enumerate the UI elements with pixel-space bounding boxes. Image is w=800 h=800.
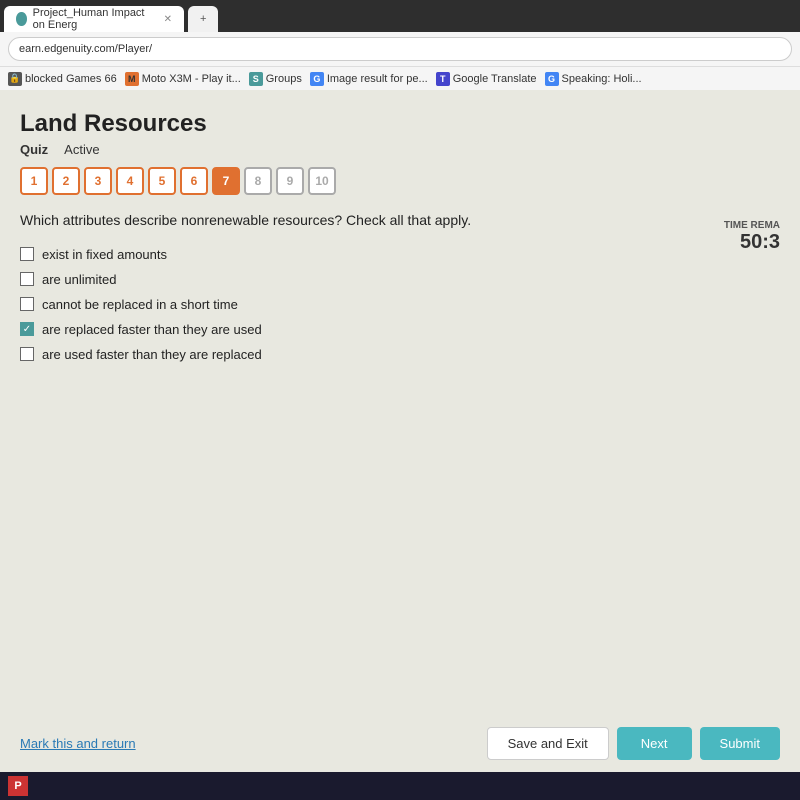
q-num-2[interactable]: 2 [52,167,80,195]
q-num-7[interactable]: 7 [212,167,240,195]
bookmark-label: Image result for pe... [327,73,428,85]
bookmarks-bar: 🔒 blocked Games 66 M Moto X3M - Play it.… [0,66,800,90]
checkbox-4[interactable] [20,322,34,336]
address-bar[interactable]: earn.edgenuity.com/Player/ [8,37,792,61]
speaking-icon: G [545,72,559,86]
bookmark-label: Moto X3M - Play it... [142,73,241,85]
browser-chrome: Project_Human Impact on Energ ✕ + earn.e… [0,0,800,90]
q-num-9[interactable]: 9 [276,167,304,195]
checkbox-3[interactable] [20,297,34,311]
question-text: Which attributes describe nonrenewable r… [20,211,780,231]
q-num-4[interactable]: 4 [116,167,144,195]
option-5[interactable]: are used faster than they are replaced [20,347,780,362]
option-3[interactable]: cannot be replaced in a short time [20,297,780,312]
timer-label: TIME REMA [724,220,780,231]
checkbox-5[interactable] [20,347,34,361]
option-1[interactable]: exist in fixed amounts [20,247,780,262]
bookmark-label: Speaking: Holi... [562,73,642,85]
quiz-status-row: Quiz Active [20,142,780,157]
mark-return-link[interactable]: Mark this and return [20,736,136,751]
bookmark-groups[interactable]: S Groups [249,72,302,86]
option-label-5: are used faster than they are replaced [42,347,262,362]
active-tab[interactable]: Project_Human Impact on Energ ✕ [4,6,184,32]
bookmark-speaking[interactable]: G Speaking: Holi... [545,72,642,86]
google-icon: G [310,72,324,86]
save-exit-button[interactable]: Save and Exit [487,727,609,760]
submit-button[interactable]: Submit [700,727,780,760]
option-label-4: are replaced faster than they are used [42,322,262,337]
inactive-tab[interactable]: + [188,6,218,32]
taskbar: P [0,772,800,800]
bookmark-translate[interactable]: T Google Translate [436,72,537,86]
groups-icon: S [249,72,263,86]
page-title: Land Resources [20,110,780,138]
address-text: earn.edgenuity.com/Player/ [19,43,152,55]
locked-icon: 🔒 [8,72,22,86]
address-bar-row: earn.edgenuity.com/Player/ [0,32,800,66]
option-label-1: exist in fixed amounts [42,247,167,262]
bookmark-blocked-games[interactable]: 🔒 blocked Games 66 [8,72,117,86]
option-label-2: are unlimited [42,272,116,287]
tab-close-icon[interactable]: ✕ [164,14,172,25]
moto-icon: M [125,72,139,86]
taskbar-powerpoint-icon[interactable]: P [8,776,28,796]
bottom-bar: Mark this and return Save and Exit Next … [20,727,780,760]
quiz-label: Quiz [20,142,48,157]
bookmark-label: blocked Games 66 [25,73,117,85]
bookmark-label: Groups [266,73,302,85]
option-4[interactable]: are replaced faster than they are used [20,322,780,337]
bookmark-moto[interactable]: M Moto X3M - Play it... [125,72,241,86]
main-content: Land Resources Quiz Active 1 2 3 4 5 6 7… [0,90,800,800]
option-2[interactable]: are unlimited [20,272,780,287]
q-num-8[interactable]: 8 [244,167,272,195]
q-num-3[interactable]: 3 [84,167,112,195]
checkbox-1[interactable] [20,247,34,261]
checkbox-2[interactable] [20,272,34,286]
timer-area: TIME REMA 50:3 [724,220,780,254]
options-list: exist in fixed amounts are unlimited can… [20,247,780,362]
question-numbers: 1 2 3 4 5 6 7 8 9 10 [20,167,780,195]
next-button[interactable]: Next [617,727,692,760]
q-num-6[interactable]: 6 [180,167,208,195]
bookmark-label: Google Translate [453,73,537,85]
q-num-1[interactable]: 1 [20,167,48,195]
status-label: Active [64,142,99,157]
bookmark-image[interactable]: G Image result for pe... [310,72,428,86]
button-row: Save and Exit Next Submit [487,727,780,760]
q-num-10[interactable]: 10 [308,167,336,195]
tab-bar: Project_Human Impact on Energ ✕ + [0,0,800,32]
translate-icon: T [436,72,450,86]
q-num-5[interactable]: 5 [148,167,176,195]
tab-label: Project_Human Impact on Energ [33,7,154,31]
timer-value: 50:3 [724,231,780,254]
option-label-3: cannot be replaced in a short time [42,297,238,312]
